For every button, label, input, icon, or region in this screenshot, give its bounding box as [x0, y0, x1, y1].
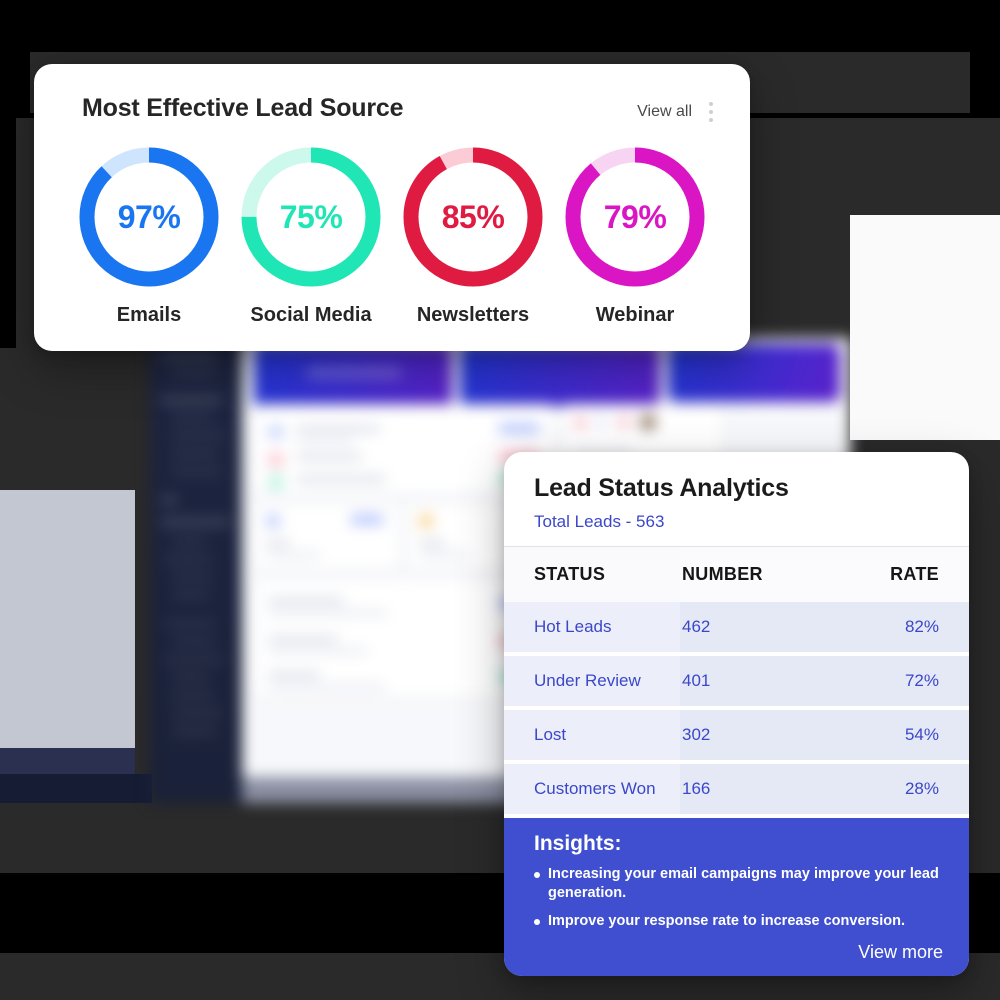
bg-dashboard-sidebar [150, 338, 242, 803]
insights-list: Increasing your email campaigns may impr… [534, 865, 943, 931]
column-header-rate: RATE [830, 546, 969, 602]
donut-label: Newsletters [416, 304, 530, 326]
lead-status-table: STATUS NUMBER RATE Hot Leads 462 82% Under … [504, 546, 969, 814]
cell-rate: 82% [904, 617, 939, 636]
background-white-panel-right [850, 215, 1000, 440]
cell-number: 166 [680, 760, 830, 814]
cell-number: 401 [680, 652, 830, 708]
lead-source-header: Most Effective Lead Source View all [34, 64, 750, 124]
insight-item: Improve your response rate to increase c… [534, 912, 943, 931]
cell-status: Customers Won [504, 760, 680, 814]
cell-rate: 28% [830, 760, 969, 814]
background-navy-strip [0, 748, 135, 774]
table-row[interactable]: Hot Leads 462 82% [504, 602, 969, 654]
cell-status: Hot Leads [504, 602, 680, 654]
column-header-status: STATUS [504, 546, 680, 602]
donut-chart: 79% [560, 142, 710, 292]
donut-value: 79% [603, 198, 667, 235]
donut-chart: 85% [398, 142, 548, 292]
table-header: STATUS NUMBER RATE [504, 546, 969, 602]
donut-value: 97% [117, 198, 181, 235]
bullet-icon [534, 919, 540, 926]
lead-status-title: Lead Status Analytics [534, 474, 789, 502]
insights-title: Insights: [534, 832, 622, 855]
lead-status-header: Lead Status Analytics Total Leads - 563 [504, 452, 969, 546]
table-header-row: STATUS NUMBER RATE [504, 546, 969, 602]
table-row[interactable]: Customers Won 166 28% [504, 760, 969, 814]
insight-text: Increasing your email campaigns may impr… [548, 866, 939, 901]
lead-source-card: Most Effective Lead Source View all 97% E… [34, 64, 750, 351]
bg-hero-card-2 [460, 344, 660, 406]
cell-status: Under Review [504, 652, 680, 708]
cell-number: 302 [680, 706, 830, 762]
donut-value: 75% [279, 198, 343, 235]
bg-stat-card-1 [254, 504, 399, 570]
donut-item-newsletters: 85% Newsletters [393, 142, 553, 327]
kebab-menu-icon[interactable] [706, 100, 716, 124]
donut-chart-row: 97% Emails 75% Social Media 85% Newsletters 79… [34, 124, 750, 327]
donut-item-webinar: 79% Webinar [555, 142, 715, 327]
table-row[interactable]: Lost 302 54% [504, 706, 969, 762]
background-gray-panel-left [0, 490, 135, 748]
donut-item-emails: 97% Emails [69, 142, 229, 327]
bullet-icon [534, 872, 540, 878]
bg-hero-card-3 [668, 344, 840, 402]
background-navy-deep-strip [0, 774, 152, 804]
view-more-link[interactable]: View more [858, 942, 943, 963]
total-leads-subtitle: Total Leads - 563 [534, 512, 665, 531]
donut-chart: 97% [74, 142, 224, 292]
lead-status-analytics-card: Lead Status Analytics Total Leads - 563 … [504, 452, 969, 976]
lead-source-header-actions: View all [637, 94, 716, 124]
cell-status: Lost [504, 706, 680, 762]
donut-value: 85% [441, 198, 505, 235]
cell-number: 462 [682, 617, 711, 636]
background-black-band-top [0, 0, 1000, 52]
column-header-number: NUMBER [680, 546, 830, 602]
donut-item-social-media: 75% Social Media [231, 142, 391, 327]
cell-rate: 54% [830, 706, 969, 762]
lead-source-title: Most Effective Lead Source [82, 94, 404, 122]
bg-hero-card-1 [254, 344, 452, 410]
screenshot-stage: Most Effective Lead Source View all 97% E… [0, 0, 1000, 1000]
insight-text: Improve your response rate to increase c… [548, 913, 905, 930]
donut-label: Webinar [595, 304, 675, 326]
cell-rate: 72% [830, 652, 969, 708]
insight-item: Increasing your email campaigns may impr… [534, 865, 943, 902]
insights-panel: Insights: Increasing your email campaign… [504, 818, 969, 976]
view-all-link[interactable]: View all [637, 103, 692, 121]
table-row[interactable]: Under Review 401 72% [504, 652, 969, 708]
donut-chart: 75% [236, 142, 386, 292]
background-black-band-left [0, 118, 16, 348]
donut-label: Social Media [250, 304, 372, 326]
donut-label: Emails [116, 304, 182, 326]
table-body: Hot Leads 462 82% Under Review 401 72% Lost 302… [504, 602, 969, 814]
